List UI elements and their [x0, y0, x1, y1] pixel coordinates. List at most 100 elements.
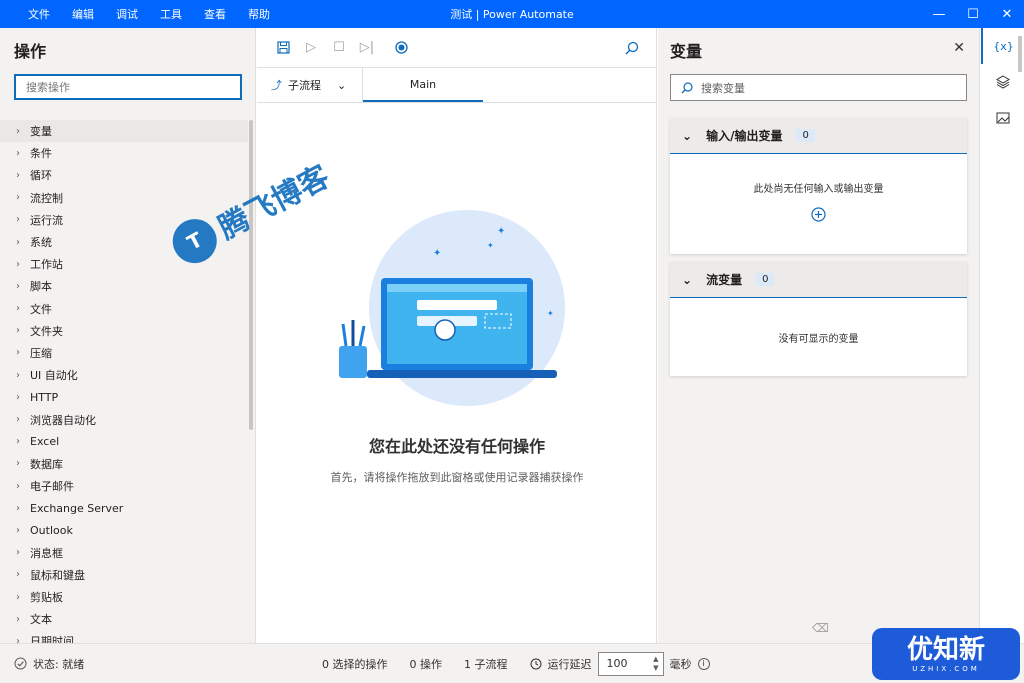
chevron-right-icon: › — [16, 547, 20, 559]
action-category[interactable]: › 压缩 — [0, 342, 248, 364]
variables-heading: 变量 — [670, 42, 703, 61]
action-category[interactable]: › 流控制 — [0, 187, 248, 209]
action-category[interactable]: › 浏览器自动化 — [0, 408, 248, 430]
menu-help[interactable]: 帮助 — [248, 6, 270, 22]
svg-text:✦: ✦ — [547, 309, 554, 318]
close-icon[interactable]: ✕ — [953, 40, 965, 56]
run-delay-value: 100 — [606, 657, 628, 670]
actions-scrollbar[interactable] — [249, 120, 253, 430]
minimize-button[interactable]: — — [922, 0, 956, 28]
step-button[interactable]: ▷| — [353, 34, 381, 62]
designer-search-button[interactable] — [618, 34, 646, 62]
action-category[interactable]: › HTTP — [0, 386, 248, 408]
action-category[interactable]: › 电子邮件 — [0, 475, 248, 497]
action-category-label: 运行流 — [30, 213, 63, 227]
chevron-right-icon: › — [16, 414, 20, 426]
action-category[interactable]: › 文本 — [0, 608, 248, 630]
menu-view[interactable]: 查看 — [204, 6, 226, 22]
chevron-right-icon: › — [16, 524, 20, 536]
action-category[interactable]: › 循环 — [0, 164, 248, 186]
images-rail-button[interactable] — [981, 100, 1024, 136]
action-category[interactable]: › Outlook — [0, 519, 248, 541]
tab-main[interactable]: Main — [363, 68, 483, 102]
chevron-right-icon: › — [16, 436, 20, 448]
flow-variables-body: 没有可显示的变量 — [670, 298, 967, 345]
menu-file[interactable]: 文件 — [28, 6, 50, 22]
eraser-icon[interactable]: ⌫ — [812, 621, 829, 635]
action-category[interactable]: › Excel — [0, 431, 248, 453]
selected-actions-count: 0 选择的操作 — [322, 657, 388, 671]
menu-tools[interactable]: 工具 — [160, 6, 182, 22]
designer-tabs: ⤴ 子流程 ⌄ Main — [257, 68, 656, 103]
action-category-label: 鼠标和键盘 — [30, 568, 85, 582]
action-category[interactable]: › 条件 — [0, 142, 248, 164]
io-variables-count: 0 — [796, 129, 815, 142]
subflow-label: 子流程 — [288, 79, 321, 92]
action-category-label: 剪贴板 — [30, 591, 63, 605]
close-window-button[interactable]: ✕ — [990, 0, 1024, 28]
spinner-icon[interactable]: ▲ ▼ — [653, 655, 658, 673]
io-variables-section: ⌄ 输入/输出变量 0 此处尚无任何输入或输出变量 — [670, 118, 967, 254]
action-category[interactable]: › 脚本 — [0, 275, 248, 297]
variables-search-placeholder: 搜索变量 — [701, 81, 745, 95]
maximize-button[interactable]: ☐ — [956, 0, 990, 28]
chevron-right-icon: › — [16, 347, 20, 359]
flow-variables-header[interactable]: ⌄ 流变量 0 — [670, 262, 967, 298]
action-category[interactable]: › 日期时间 — [0, 630, 248, 643]
action-category[interactable]: › 剪贴板 — [0, 586, 248, 608]
rail-scrollbar[interactable] — [1018, 36, 1022, 72]
chevron-right-icon: › — [16, 280, 20, 292]
add-circle-icon — [811, 207, 826, 222]
action-category[interactable]: › 变量 — [0, 120, 248, 143]
status-counters: 0 选择的操作 0 操作 1 子流程 运行延迟 100 ▲ ▼ 毫秒 i — [322, 651, 710, 676]
empty-state-title: 您在此处还没有任何操作 — [368, 437, 545, 456]
action-category[interactable]: › Exchange Server — [0, 497, 248, 519]
menu-bar: 文件 编辑 调试 工具 查看 帮助 — [28, 6, 292, 22]
image-icon — [996, 112, 1009, 124]
variables-panel: 变量 ✕ 搜索变量 ⌄ 输入/输出变量 0 此处尚无任何输入或输出变量 ⌄ 流变… — [658, 28, 980, 643]
action-category[interactable]: › 文件 — [0, 298, 248, 320]
action-category[interactable]: › UI 自动化 — [0, 364, 248, 386]
action-category-label: UI 自动化 — [30, 369, 78, 383]
io-variables-header[interactable]: ⌄ 输入/输出变量 0 — [670, 118, 967, 154]
status-indicator: 状态: 就绪 — [14, 656, 84, 672]
action-category-label: 流控制 — [30, 191, 63, 205]
run-delay-unit: 毫秒 — [669, 657, 692, 671]
clock-icon — [530, 658, 541, 669]
save-icon — [276, 41, 290, 54]
add-variable-button[interactable] — [670, 207, 967, 225]
actions-category-list: › 变量 › 条件 › 循环 › 流控制 › 运行流 › 系统 › 工作站 › 脚本 › 文件 › 文件夹 › 压缩 › UI… — [0, 120, 248, 643]
subflows-count: 1 子流程 — [464, 657, 508, 671]
status-bar: 状态: 就绪 0 选择的操作 0 操作 1 子流程 运行延迟 100 ▲ ▼ 毫秒… — [0, 643, 1024, 683]
chevron-right-icon: › — [16, 391, 20, 403]
action-category[interactable]: › 数据库 — [0, 453, 248, 475]
chevron-right-icon: › — [16, 502, 20, 514]
action-category-label: 浏览器自动化 — [30, 413, 96, 427]
window-controls: — ☐ ✕ — [922, 0, 1024, 28]
chevron-right-icon: › — [16, 192, 20, 204]
action-category[interactable]: › 鼠标和键盘 — [0, 564, 248, 586]
recorder-button[interactable] — [387, 34, 415, 62]
flow-variables-empty-text: 没有可显示的变量 — [778, 334, 859, 345]
action-category-label: 条件 — [30, 147, 52, 161]
actions-search-input[interactable] — [14, 74, 242, 100]
stop-button[interactable]: ☐ — [325, 34, 353, 62]
run-button[interactable]: ▷ — [297, 34, 325, 62]
chevron-right-icon: › — [16, 458, 20, 470]
chevron-right-icon: › — [16, 613, 20, 625]
run-delay-input[interactable]: 100 ▲ ▼ — [597, 651, 664, 676]
info-icon[interactable]: i — [697, 657, 710, 670]
variables-search-input[interactable]: 搜索变量 — [670, 74, 967, 101]
play-icon: ▷ — [306, 40, 316, 55]
menu-debug[interactable]: 调试 — [116, 6, 138, 22]
side-rail: {x} — [981, 28, 1024, 643]
action-category-label: 文本 — [30, 613, 52, 627]
action-category[interactable]: › 消息框 — [0, 542, 248, 564]
subflow-dropdown[interactable]: ⤴ 子流程 ⌄ — [257, 68, 363, 102]
title-bar: 文件 编辑 调试 工具 查看 帮助 测试 | Power Automate — … — [0, 0, 1024, 28]
svg-text:✦: ✦ — [497, 226, 505, 237]
menu-edit[interactable]: 编辑 — [72, 6, 94, 22]
save-button[interactable] — [269, 34, 297, 62]
action-category-label: 压缩 — [30, 346, 52, 360]
action-category[interactable]: › 文件夹 — [0, 320, 248, 342]
